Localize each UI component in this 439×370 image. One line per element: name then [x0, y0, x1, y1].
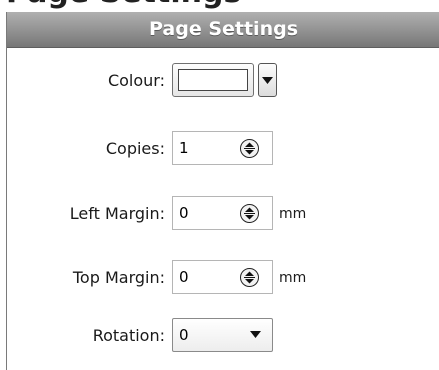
colour-row: Colour: — [7, 61, 439, 101]
up-down-spinner-icon — [244, 207, 255, 220]
left-margin-value: 0 — [179, 204, 189, 222]
top-margin-row: Top Margin: 0 mm — [7, 258, 439, 298]
colour-dropdown-button[interactable] — [258, 63, 277, 97]
copies-spinner[interactable] — [240, 139, 259, 158]
cropped-heading-text: Page Settings — [6, 0, 241, 8]
top-margin-spinner[interactable] — [240, 268, 259, 287]
colour-swatch — [178, 69, 248, 91]
left-margin-spinner[interactable] — [240, 204, 259, 223]
top-margin-input[interactable]: 0 — [172, 260, 273, 294]
top-margin-label: Top Margin: — [72, 268, 165, 287]
top-margin-unit: mm — [279, 270, 307, 286]
up-down-spinner-icon — [244, 142, 255, 155]
colour-label: Colour: — [107, 71, 165, 90]
chevron-down-icon — [262, 77, 273, 84]
rotation-select[interactable]: 0 — [172, 318, 273, 352]
rotation-label: Rotation: — [92, 326, 165, 345]
cropped-heading: Page Settings — [0, 0, 439, 12]
copies-label: Copies: — [105, 139, 165, 158]
rotation-value: 0 — [179, 326, 189, 344]
page-settings-panel: Page Settings Colour: Copies: 1 Left Mar… — [6, 12, 439, 370]
left-margin-row: Left Margin: 0 mm — [7, 194, 439, 234]
up-down-spinner-icon — [244, 271, 255, 284]
copies-row: Copies: 1 — [7, 129, 439, 169]
rotation-row: Rotation: 0 — [7, 316, 439, 356]
panel-header: Page Settings — [7, 12, 439, 48]
colour-picker-button[interactable] — [172, 63, 254, 97]
top-margin-value: 0 — [179, 268, 189, 286]
page: Page Settings Page Settings Colour: Copi… — [0, 0, 439, 370]
left-margin-unit: mm — [279, 206, 307, 222]
chevron-down-icon — [250, 331, 261, 338]
panel-title: Page Settings — [148, 18, 299, 40]
left-margin-label: Left Margin: — [69, 204, 165, 223]
left-margin-input[interactable]: 0 — [172, 196, 273, 230]
copies-input[interactable]: 1 — [172, 131, 273, 165]
copies-value: 1 — [179, 139, 189, 157]
